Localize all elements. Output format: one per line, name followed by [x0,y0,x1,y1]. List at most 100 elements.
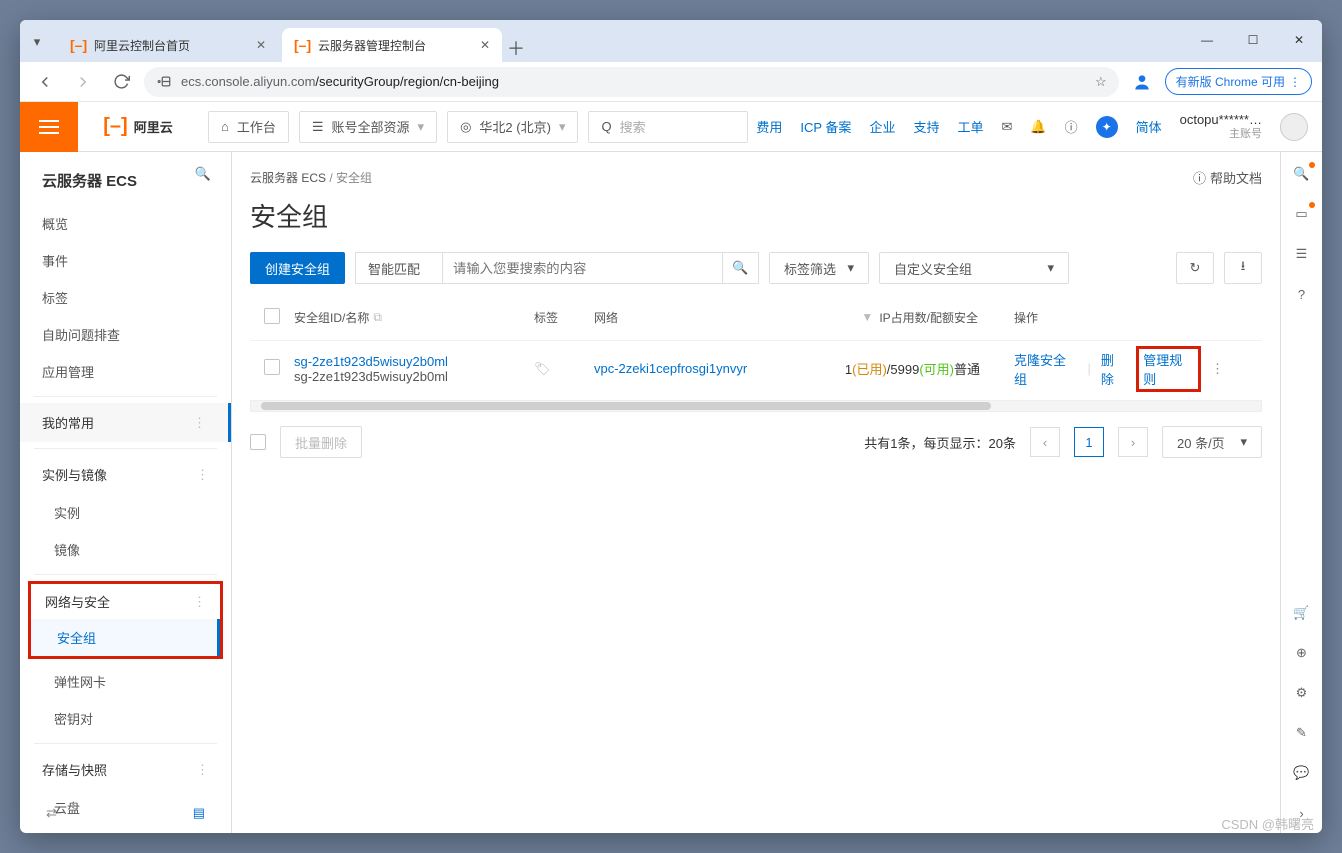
page-title: 安全组 [250,197,1262,234]
notifications-icon[interactable]: 🔔 [1030,119,1046,135]
maximize-button[interactable]: ☐ [1230,20,1276,60]
search-input[interactable] [443,252,723,284]
forward-button[interactable] [68,67,98,97]
nav-self-diagnose[interactable]: 自助问题排查 [20,316,231,353]
tag-icon[interactable]: 🏷 [534,361,551,376]
toolbar: 创建安全组 智能匹配 🔍 标签筛选▾ 自定义安全组▾ ↻ ⭳ [250,252,1262,284]
browser-window: ▾ [–] 阿里云控制台首页 ✕ [–] 云服务器管理控制台 ✕ ＋ ― ☐ ✕… [20,20,1322,833]
chrome-update-chip[interactable]: 有新版 Chrome 可用 ⋮ [1165,68,1312,95]
omnibox[interactable]: ecs.console.aliyun.com/securityGroup/reg… [144,67,1119,97]
bookmark-icon[interactable]: ☆ [1095,74,1107,90]
nav-support[interactable]: 支持 [913,117,939,136]
rail-edit-icon[interactable]: ✎ [1292,723,1312,743]
export-button[interactable]: ⭳ [1224,252,1262,284]
workbench-link[interactable]: ⌂ 工作台 [208,111,289,143]
minimize-button[interactable]: ― [1184,20,1230,60]
nav-sec-instance[interactable]: 实例与镜像⋮ [20,455,231,494]
action-clone[interactable]: 克隆安全组 [1014,350,1077,388]
sidenav-search-icon[interactable]: 🔍 [195,166,211,182]
tab-title: 云服务器管理控制台 [318,37,426,54]
page-size-select[interactable]: 20 条/页▾ [1162,426,1262,458]
select-all-checkbox[interactable] [264,308,280,324]
nav-image[interactable]: 镜像 [20,531,231,568]
action-delete[interactable]: 删除 [1101,350,1126,388]
reload-button[interactable] [106,67,136,97]
new-tab-button[interactable]: ＋ [502,34,530,62]
user-role: 主账号 [1180,128,1262,141]
pager-page-1[interactable]: 1 [1074,427,1104,457]
copy-icon[interactable]: ⧉ [373,310,382,325]
select-all-page[interactable] [250,434,266,450]
account-scope-select[interactable]: ☰ 账号全部资源 ▾ [299,111,437,143]
rail-help-icon[interactable]: ? [1292,284,1312,304]
back-button[interactable] [30,67,60,97]
search-button[interactable]: 🔍 [723,252,759,284]
pager-prev[interactable]: ‹ [1030,427,1060,457]
right-rail: 🔍 ▭ ☰ ? 🛒 ⊕ ⚙ ✎ 💬 › [1280,152,1322,833]
brand-logo[interactable]: [–]阿里云 [78,115,198,138]
messages-icon[interactable]: ✉ [1001,119,1012,135]
user-name[interactable]: octopu******… [1180,112,1262,128]
favicon-icon: [–] [294,37,310,53]
close-tab-icon[interactable]: ✕ [256,38,266,52]
filter-icon[interactable]: ▼ [861,310,873,324]
nav-security-group[interactable]: 安全组 [31,619,220,656]
avatar[interactable] [1280,113,1308,141]
sg-type-select[interactable]: 自定义安全组▾ [879,252,1069,284]
help-icon[interactable]: ⓘ [1065,117,1078,136]
global-search[interactable]: Q 搜索 [588,111,748,143]
create-sg-button[interactable]: 创建安全组 [250,252,345,284]
tabs-dropdown-icon[interactable]: ▾ [20,22,54,62]
crumb-root[interactable]: 云服务器 ECS [250,171,326,185]
browser-tab-1[interactable]: [–] 阿里云控制台首页 ✕ [58,28,278,62]
search-group: 智能匹配 🔍 [355,252,759,284]
nav-eni[interactable]: 弹性网卡 [20,663,231,700]
breadcrumb: 云服务器 ECS / 安全组 [250,169,372,186]
col-ip: ▼IP占用数/配额 [784,309,954,326]
tag-filter-select[interactable]: 标签筛选▾ [769,252,869,284]
row-checkbox[interactable] [264,359,280,375]
nav-instance[interactable]: 实例 [20,494,231,531]
search-type-select[interactable]: 智能匹配 [355,252,443,284]
rail-book-icon[interactable]: ▭ [1292,204,1312,224]
sg-id-link[interactable]: sg-2ze1t923d5wisuy2b0ml [294,354,534,369]
rail-cloud-icon[interactable]: ⊕ [1292,643,1312,663]
batch-delete-button[interactable]: 批量删除 [280,426,362,458]
rail-chat-icon[interactable]: 💬 [1292,763,1312,783]
nav-enterprise[interactable]: 企业 [869,117,895,136]
close-tab-icon[interactable]: ✕ [480,38,490,52]
menu-toggle-button[interactable] [20,102,78,152]
profile-icon[interactable] [1127,67,1157,97]
nav-sec-storage[interactable]: 存储与快照⋮ [20,750,231,789]
browser-tab-2[interactable]: [–] 云服务器管理控制台 ✕ [282,28,502,62]
rail-notes-icon[interactable]: ☰ [1292,244,1312,264]
notes-icon[interactable]: ▤ [193,805,205,821]
refresh-button[interactable]: ↻ [1176,252,1214,284]
col-tag: 标签 [534,309,594,326]
region-select[interactable]: ◎ 华北2 (北京) ▾ [447,111,578,143]
side-nav: 云服务器 ECS 🔍 概览 事件 标签 自助问题排查 应用管理 我的常用⋮ 实例… [20,152,232,833]
horizontal-scrollbar[interactable] [250,400,1262,412]
nav-sec-network[interactable]: 网络与安全⋮ [31,584,220,619]
nav-fee[interactable]: 费用 [756,117,782,136]
rail-search-icon[interactable]: 🔍 [1292,164,1312,184]
nav-ticket[interactable]: 工单 [957,117,983,136]
nav-favorites-header[interactable]: 我的常用⋮ [20,403,231,442]
pager-next[interactable]: › [1118,427,1148,457]
app-launcher-icon[interactable]: ✦ [1096,116,1118,138]
vpc-link[interactable]: vpc-2zeki1cepfrosgi1ynvyr [594,361,784,376]
collapse-icon[interactable]: ⇄ [46,805,57,821]
rail-settings-icon[interactable]: ⚙ [1292,683,1312,703]
nav-overview[interactable]: 概览 [20,205,231,242]
action-manage-rules[interactable]: 管理规则 [1143,353,1182,387]
nav-app-manage[interactable]: 应用管理 [20,353,231,390]
language-switch[interactable]: 简体 [1136,117,1162,136]
nav-tags[interactable]: 标签 [20,279,231,316]
nav-icp[interactable]: ICP 备案 [800,117,851,136]
nav-keypair[interactable]: 密钥对 [20,700,231,737]
help-doc-link[interactable]: ⓘ 帮助文档 [1193,168,1262,187]
rail-cart-icon[interactable]: 🛒 [1292,603,1312,623]
nav-events[interactable]: 事件 [20,242,231,279]
row-more-icon[interactable]: ⋮ [1211,361,1224,377]
close-button[interactable]: ✕ [1276,20,1322,60]
